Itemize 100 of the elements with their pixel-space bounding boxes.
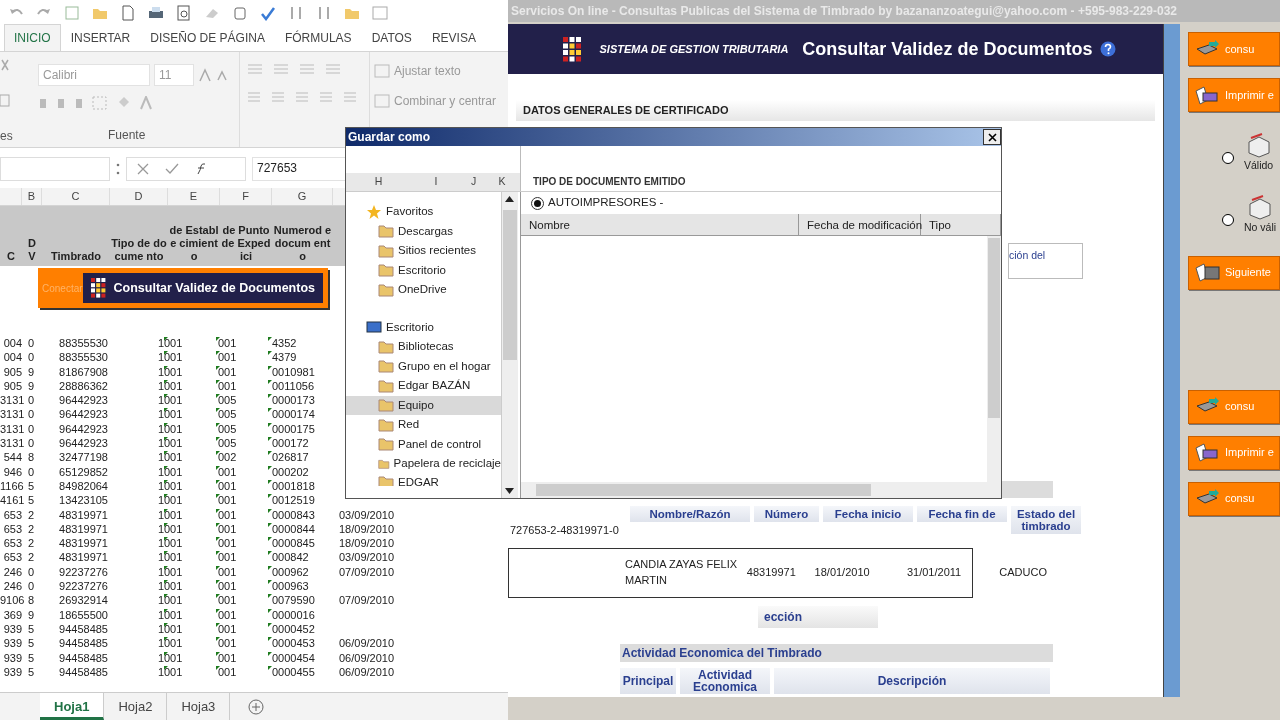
- table-cell-text: 939: [2, 621, 22, 637]
- paste-icon[interactable]: [0, 92, 10, 107]
- column-header[interactable]: Tipo: [921, 214, 1001, 235]
- new-document-icon[interactable]: [120, 4, 136, 21]
- nav-item[interactable]: Grupo en el hogar: [346, 356, 501, 376]
- ribbon-tab[interactable]: DISEÑO DE PÁGINA: [140, 24, 275, 51]
- align-bottom-icon[interactable]: [298, 62, 316, 76]
- ribbon-tab[interactable]: REVISA: [421, 24, 486, 51]
- stack-icon: [1195, 263, 1221, 282]
- folder-icon: [378, 281, 394, 298]
- radio-label[interactable]: Válido: [1244, 158, 1274, 174]
- table-cell-text: 0: [27, 336, 36, 351]
- column-header[interactable]: E: [168, 188, 220, 205]
- sheet-tab[interactable]: Hoja1: [40, 693, 105, 720]
- column-header[interactable]: F: [220, 188, 272, 205]
- nav-item[interactable]: Bibliotecas: [346, 337, 501, 357]
- consult-button[interactable]: Consultar Validez de Documentos: [82, 273, 323, 303]
- help-icon[interactable]: [1100, 41, 1117, 57]
- column-header[interactable]: D: [110, 188, 168, 205]
- column-header[interactable]: G: [272, 188, 333, 205]
- radio-button[interactable]: [1222, 213, 1234, 226]
- window-icon[interactable]: [372, 4, 388, 21]
- nav-item[interactable]: Panel de control: [346, 434, 501, 454]
- grow-font-icon[interactable]: [198, 68, 212, 82]
- column-header[interactable]: Fecha de modificación: [799, 214, 921, 235]
- table-cell-text: 94458485: [58, 664, 109, 680]
- nav-item[interactable]: EDGAR: [346, 473, 501, 486]
- shrink-font-icon[interactable]: [216, 69, 228, 81]
- options-icon[interactable]: [116, 163, 120, 175]
- table-cell-text: 939: [2, 664, 22, 680]
- ribbon-tab[interactable]: DATOS: [361, 24, 422, 51]
- table-cell: 000962: [268, 564, 329, 580]
- sheet-tab[interactable]: Hoja2: [104, 693, 168, 720]
- nav-item[interactable]: Red: [346, 415, 501, 435]
- align-left-icon[interactable]: [246, 90, 262, 104]
- align-top-icon[interactable]: [246, 62, 264, 76]
- column-header[interactable]: B: [22, 188, 42, 205]
- nav-item[interactable]: OneDrive: [346, 280, 501, 300]
- nav-item[interactable]: Descargas: [346, 221, 501, 241]
- ribbon-tab[interactable]: INICIO: [4, 24, 61, 51]
- table-cell-text: 001: [216, 579, 238, 594]
- outdent-icon[interactable]: [318, 90, 334, 104]
- scrollbar-thumb[interactable]: [536, 484, 871, 496]
- print-preview-icon[interactable]: [176, 4, 192, 21]
- indent-icon[interactable]: [342, 90, 358, 104]
- table-cell: 0000175: [268, 421, 329, 437]
- ribbon-tab[interactable]: FÓRMULAS: [274, 24, 362, 51]
- printer-icon[interactable]: [148, 4, 164, 21]
- align-center-icon[interactable]: [270, 90, 286, 104]
- enter-icon[interactable]: [165, 163, 179, 175]
- table-cell-text: 001: [164, 421, 184, 437]
- sheet-tab[interactable]: Hoja3: [167, 693, 231, 720]
- align-right-icon[interactable]: [294, 90, 310, 104]
- table-cell-text: 2: [27, 521, 36, 537]
- nav-item[interactable]: Escritorio: [346, 317, 501, 337]
- scrollbar[interactable]: [1163, 24, 1180, 697]
- address-button[interactable]: ección: [758, 605, 878, 628]
- table-cell-text: 001: [164, 436, 184, 451]
- nav-item[interactable]: Equipo: [346, 395, 501, 415]
- scrollbar-thumb[interactable]: [503, 210, 517, 360]
- nav-item[interactable]: Edgar BAZÁN: [346, 376, 501, 396]
- nav-item[interactable]: Papelera de reciclaje: [346, 454, 501, 474]
- close-button[interactable]: [983, 129, 1001, 145]
- text-wrap-icon[interactable]: [374, 94, 390, 108]
- nav-item[interactable]: Sitios recientes: [346, 241, 501, 261]
- column-header[interactable]: J: [461, 174, 486, 190]
- folder-icon: [378, 377, 394, 394]
- column-header[interactable]: K: [486, 174, 518, 190]
- table-cell-text: 92237276: [58, 579, 109, 594]
- column-header[interactable]: C: [42, 188, 110, 205]
- scissors-icon[interactable]: [0, 58, 10, 72]
- borders-icon[interactable]: [92, 96, 108, 110]
- folder-icon: [378, 242, 394, 259]
- radio-label[interactable]: No váli: [1244, 219, 1277, 236]
- section-heading: Actividad Economica del Timbrado: [620, 643, 1053, 663]
- radio-label[interactable]: AUTOIMPRESORES -: [548, 194, 664, 212]
- orientation-icon[interactable]: [324, 62, 342, 76]
- radio-button[interactable]: [1222, 152, 1234, 164]
- table-cell-text: 653: [2, 507, 22, 522]
- add-sheet-icon[interactable]: [248, 699, 265, 715]
- section-heading: TIPO DE DOCUMENTO EMITIDO: [533, 175, 686, 189]
- ribbon-tab[interactable]: INSERTAR: [60, 24, 141, 51]
- table-cell-text: 544: [2, 450, 22, 465]
- table-cell-text: 001: [164, 607, 184, 622]
- nav-item[interactable]: Favoritos: [346, 202, 501, 222]
- nav-item[interactable]: Escritorio: [346, 260, 501, 280]
- text-wrap-icon[interactable]: [374, 64, 390, 78]
- column-header[interactable]: Nombre: [521, 214, 799, 235]
- table-cell-text: 8: [27, 450, 36, 465]
- column-header[interactable]: I: [411, 174, 461, 190]
- column-header[interactable]: H: [346, 174, 411, 190]
- align-middle-icon[interactable]: [272, 62, 290, 76]
- table-cell-text: 88355530: [58, 336, 109, 351]
- table-cell: 0000845: [268, 536, 329, 551]
- field-label: ción del: [1008, 242, 1083, 279]
- cancel-icon[interactable]: [137, 163, 149, 175]
- reference-code: 727653-2-48319971-0: [510, 522, 620, 538]
- name-box[interactable]: [0, 157, 110, 181]
- scrollbar-thumb[interactable]: [988, 238, 1000, 418]
- function-icon[interactable]: [195, 163, 207, 175]
